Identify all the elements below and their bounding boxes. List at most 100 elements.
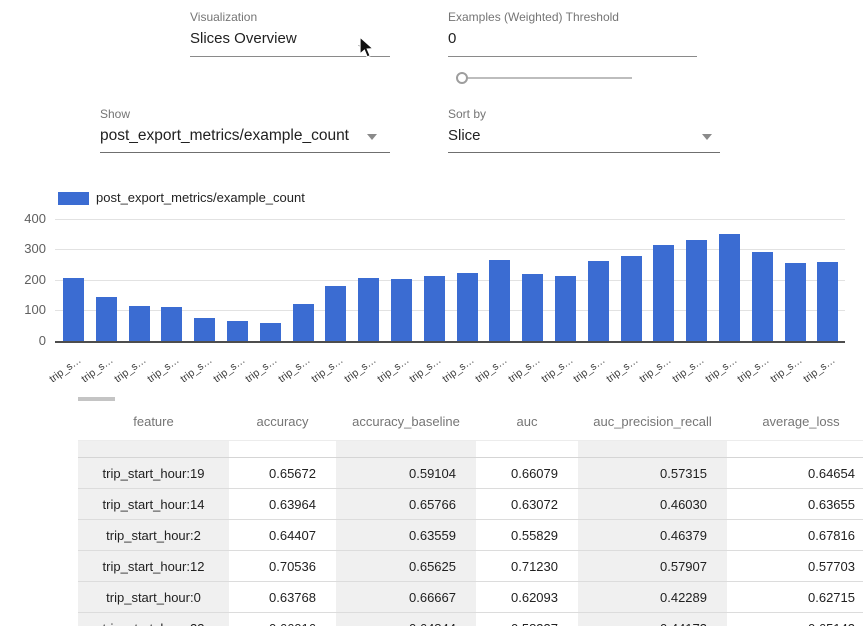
slicing-metrics-browser: Visualization Slices Overview Examples (… (0, 0, 863, 626)
gridline (55, 219, 845, 220)
y-tick-label: 100 (2, 302, 46, 317)
cell-auc_precision_recall[interactable]: 0.57907 (578, 551, 727, 582)
cell-auc[interactable]: 0.62093 (476, 582, 578, 613)
table-row[interactable]: trip_start_hour:230.660160.648440.583370… (78, 613, 863, 626)
cell-feature[interactable]: trip_start_hour:12 (78, 551, 229, 582)
cell-average_loss[interactable]: 0.62715 (727, 582, 863, 613)
cell-feature[interactable]: trip_start_hour:14 (78, 489, 229, 520)
cell-auc[interactable]: 0.58337 (476, 613, 578, 626)
cell-accuracy_baseline[interactable]: 0.64844 (336, 613, 476, 626)
metrics-table-container: featureaccuracyaccuracy_baselineaucauc_p… (78, 396, 863, 626)
cell-feature[interactable]: trip_start_hour:0 (78, 582, 229, 613)
cell-accuracy[interactable]: 0.63964 (229, 489, 336, 520)
cell-accuracy[interactable]: 0.63768 (229, 582, 336, 613)
show-value: post_export_metrics/example_count (100, 127, 390, 145)
mouse-cursor-icon (358, 36, 375, 64)
cell-auc_precision_recall[interactable]: 0.46030 (578, 489, 727, 520)
bar[interactable] (785, 263, 806, 341)
bar[interactable] (588, 261, 609, 341)
bar[interactable] (752, 252, 773, 341)
slider-track[interactable] (468, 77, 632, 79)
bar[interactable] (489, 260, 510, 341)
metrics-table: featureaccuracyaccuracy_baselineaucauc_p… (78, 402, 863, 626)
filter-cell (578, 441, 727, 458)
bar[interactable] (424, 276, 445, 341)
show-select[interactable]: Show post_export_metrics/example_count (100, 107, 390, 145)
bar[interactable] (457, 273, 478, 341)
scrollbar-thumb[interactable] (78, 397, 115, 401)
visualization-label: Visualization (190, 10, 390, 24)
cell-feature[interactable]: trip_start_hour:23 (78, 613, 229, 626)
bar[interactable] (260, 323, 281, 341)
chevron-down-icon (367, 134, 377, 140)
cell-average_loss[interactable]: 0.67816 (727, 520, 863, 551)
cell-feature[interactable]: trip_start_hour:19 (78, 458, 229, 489)
cell-auc[interactable]: 0.63072 (476, 489, 578, 520)
bar[interactable] (129, 306, 150, 341)
cell-auc[interactable]: 0.66079 (476, 458, 578, 489)
column-header-accuracy[interactable]: accuracy (229, 402, 336, 441)
cell-average_loss[interactable]: 0.64654 (727, 458, 863, 489)
threshold-value: 0 (448, 30, 697, 47)
bar[interactable] (555, 276, 576, 341)
column-header-accuracy_baseline[interactable]: accuracy_baseline (336, 402, 476, 441)
filter-cell (78, 441, 229, 458)
sort-by-select[interactable]: Sort by Slice (448, 107, 720, 144)
cell-feature[interactable]: trip_start_hour:2 (78, 520, 229, 551)
bar[interactable] (817, 262, 838, 341)
cell-auc_precision_recall[interactable]: 0.46379 (578, 520, 727, 551)
bar[interactable] (653, 245, 674, 341)
sort-by-label: Sort by (448, 107, 720, 121)
table-row[interactable]: trip_start_hour:00.637680.666670.620930.… (78, 582, 863, 613)
filter-cell (336, 441, 476, 458)
cell-auc_precision_recall[interactable]: 0.57315 (578, 458, 727, 489)
cell-auc[interactable]: 0.71230 (476, 551, 578, 582)
table-row[interactable]: trip_start_hour:20.644070.635590.558290.… (78, 520, 863, 551)
cell-accuracy[interactable]: 0.70536 (229, 551, 336, 582)
column-header-feature[interactable]: feature (78, 402, 229, 441)
bar[interactable] (194, 318, 215, 341)
cell-average_loss[interactable]: 0.57703 (727, 551, 863, 582)
sort-by-underline (448, 152, 720, 153)
cell-auc[interactable]: 0.55829 (476, 520, 578, 551)
table-row[interactable]: trip_start_hour:190.656720.591040.660790… (78, 458, 863, 489)
column-header-auc[interactable]: auc (476, 402, 578, 441)
bar[interactable] (227, 321, 248, 341)
y-tick-label: 400 (2, 211, 46, 226)
bar[interactable] (719, 234, 740, 341)
bar[interactable] (358, 278, 379, 341)
legend-swatch (58, 192, 89, 205)
legend-label: post_export_metrics/example_count (96, 190, 305, 205)
cell-accuracy_baseline[interactable]: 0.63559 (336, 520, 476, 551)
cell-accuracy_baseline[interactable]: 0.65766 (336, 489, 476, 520)
cell-accuracy_baseline[interactable]: 0.59104 (336, 458, 476, 489)
cell-accuracy_baseline[interactable]: 0.65625 (336, 551, 476, 582)
bar[interactable] (96, 297, 117, 341)
cell-average_loss[interactable]: 0.63655 (727, 489, 863, 520)
slider-knob[interactable] (456, 72, 468, 84)
filter-row (78, 441, 863, 458)
threshold-input[interactable]: Examples (Weighted) Threshold 0 (448, 10, 697, 47)
cell-accuracy[interactable]: 0.65672 (229, 458, 336, 489)
column-header-average_loss[interactable]: average_loss (727, 402, 863, 441)
table-row[interactable]: trip_start_hour:140.639640.657660.630720… (78, 489, 863, 520)
bar[interactable] (161, 307, 182, 341)
cell-auc_precision_recall[interactable]: 0.42289 (578, 582, 727, 613)
bar[interactable] (391, 279, 412, 341)
cell-accuracy[interactable]: 0.66016 (229, 613, 336, 626)
cell-auc_precision_recall[interactable]: 0.44173 (578, 613, 727, 626)
bar[interactable] (522, 274, 543, 341)
cell-accuracy_baseline[interactable]: 0.66667 (336, 582, 476, 613)
column-header-auc_precision_recall[interactable]: auc_precision_recall (578, 402, 727, 441)
y-tick-label: 0 (2, 333, 46, 348)
bar[interactable] (621, 256, 642, 341)
bar[interactable] (325, 286, 346, 341)
bar[interactable] (293, 304, 314, 341)
bar[interactable] (686, 240, 707, 341)
bar[interactable] (63, 278, 84, 341)
threshold-label: Examples (Weighted) Threshold (448, 10, 697, 24)
cell-accuracy[interactable]: 0.64407 (229, 520, 336, 551)
cell-average_loss[interactable]: 0.65142 (727, 613, 863, 626)
table-row[interactable]: trip_start_hour:120.705360.656250.712300… (78, 551, 863, 582)
table-header-row: featureaccuracyaccuracy_baselineaucauc_p… (78, 402, 863, 441)
